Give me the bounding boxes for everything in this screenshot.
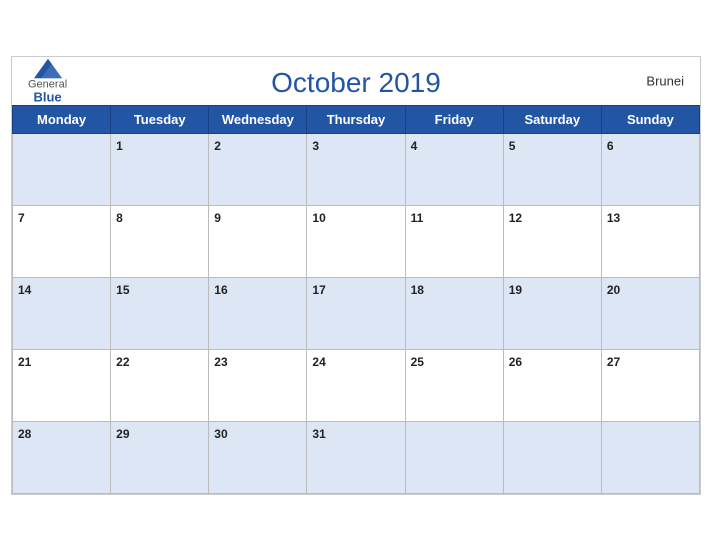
calendar-week-row: 7 8 9 10 11 12 13 bbox=[13, 205, 700, 277]
calendar-day-cell: 6 bbox=[601, 133, 699, 205]
calendar-day-cell bbox=[601, 421, 699, 493]
calendar-day-cell: 15 bbox=[111, 277, 209, 349]
calendar-grid: Monday Tuesday Wednesday Thursday Friday… bbox=[12, 105, 700, 494]
country-label: Brunei bbox=[646, 73, 684, 88]
col-thursday: Thursday bbox=[307, 105, 405, 133]
calendar-day-cell: 9 bbox=[209, 205, 307, 277]
day-number: 12 bbox=[509, 211, 522, 225]
calendar-day-cell: 12 bbox=[503, 205, 601, 277]
col-monday: Monday bbox=[13, 105, 111, 133]
day-number: 28 bbox=[18, 427, 31, 441]
day-number: 4 bbox=[411, 139, 418, 153]
logo-area: General Blue bbox=[28, 58, 67, 103]
day-number: 13 bbox=[607, 211, 620, 225]
calendar-day-cell: 29 bbox=[111, 421, 209, 493]
day-number: 31 bbox=[312, 427, 325, 441]
calendar-week-row: 14 15 16 17 18 19 20 bbox=[13, 277, 700, 349]
col-friday: Friday bbox=[405, 105, 503, 133]
calendar-day-cell bbox=[13, 133, 111, 205]
day-number: 7 bbox=[18, 211, 25, 225]
calendar-day-cell: 28 bbox=[13, 421, 111, 493]
day-number: 19 bbox=[509, 283, 522, 297]
day-number: 15 bbox=[116, 283, 129, 297]
calendar-title: October 2019 bbox=[271, 67, 441, 99]
day-number: 3 bbox=[312, 139, 319, 153]
calendar-day-cell bbox=[405, 421, 503, 493]
calendar-day-cell: 5 bbox=[503, 133, 601, 205]
day-number: 1 bbox=[116, 139, 123, 153]
calendar-day-cell: 31 bbox=[307, 421, 405, 493]
calendar-day-cell bbox=[503, 421, 601, 493]
calendar-body: 1234567891011121314151617181920212223242… bbox=[13, 133, 700, 493]
calendar-day-cell: 26 bbox=[503, 349, 601, 421]
day-number: 20 bbox=[607, 283, 620, 297]
calendar-day-cell: 20 bbox=[601, 277, 699, 349]
calendar-day-cell: 19 bbox=[503, 277, 601, 349]
col-sunday: Sunday bbox=[601, 105, 699, 133]
day-number: 23 bbox=[214, 355, 227, 369]
calendar-day-cell: 4 bbox=[405, 133, 503, 205]
calendar-container: General Blue October 2019 Brunei Monday … bbox=[11, 56, 701, 495]
col-saturday: Saturday bbox=[503, 105, 601, 133]
day-number: 26 bbox=[509, 355, 522, 369]
col-tuesday: Tuesday bbox=[111, 105, 209, 133]
calendar-day-cell: 14 bbox=[13, 277, 111, 349]
day-number: 5 bbox=[509, 139, 516, 153]
day-number: 2 bbox=[214, 139, 221, 153]
logo-blue-text: Blue bbox=[33, 90, 61, 103]
calendar-day-cell: 13 bbox=[601, 205, 699, 277]
day-number: 21 bbox=[18, 355, 31, 369]
calendar-day-cell: 17 bbox=[307, 277, 405, 349]
day-number: 22 bbox=[116, 355, 129, 369]
day-number: 25 bbox=[411, 355, 424, 369]
day-number: 11 bbox=[411, 211, 424, 225]
calendar-day-cell: 18 bbox=[405, 277, 503, 349]
logo-icon bbox=[34, 58, 62, 78]
day-number: 6 bbox=[607, 139, 614, 153]
day-number: 16 bbox=[214, 283, 227, 297]
calendar-header: General Blue October 2019 Brunei bbox=[12, 57, 700, 105]
calendar-day-cell: 3 bbox=[307, 133, 405, 205]
calendar-day-cell: 25 bbox=[405, 349, 503, 421]
day-number: 10 bbox=[312, 211, 325, 225]
day-number: 17 bbox=[312, 283, 325, 297]
calendar-day-cell: 2 bbox=[209, 133, 307, 205]
calendar-day-cell: 23 bbox=[209, 349, 307, 421]
calendar-day-cell: 1 bbox=[111, 133, 209, 205]
weekday-header-row: Monday Tuesday Wednesday Thursday Friday… bbox=[13, 105, 700, 133]
col-wednesday: Wednesday bbox=[209, 105, 307, 133]
day-number: 24 bbox=[312, 355, 325, 369]
day-number: 14 bbox=[18, 283, 31, 297]
calendar-week-row: 21 22 23 24 25 26 27 bbox=[13, 349, 700, 421]
calendar-day-cell: 27 bbox=[601, 349, 699, 421]
calendar-day-cell: 11 bbox=[405, 205, 503, 277]
calendar-week-row: 1 2 3 4 5 6 bbox=[13, 133, 700, 205]
calendar-day-cell: 22 bbox=[111, 349, 209, 421]
calendar-day-cell: 16 bbox=[209, 277, 307, 349]
calendar-day-cell: 30 bbox=[209, 421, 307, 493]
calendar-day-cell: 21 bbox=[13, 349, 111, 421]
day-number: 18 bbox=[411, 283, 424, 297]
day-number: 30 bbox=[214, 427, 227, 441]
calendar-day-cell: 10 bbox=[307, 205, 405, 277]
calendar-day-cell: 24 bbox=[307, 349, 405, 421]
calendar-day-cell: 8 bbox=[111, 205, 209, 277]
day-number: 29 bbox=[116, 427, 129, 441]
calendar-week-row: 28 29 30 31 bbox=[13, 421, 700, 493]
day-number: 8 bbox=[116, 211, 123, 225]
day-number: 27 bbox=[607, 355, 620, 369]
day-number: 9 bbox=[214, 211, 221, 225]
calendar-day-cell: 7 bbox=[13, 205, 111, 277]
